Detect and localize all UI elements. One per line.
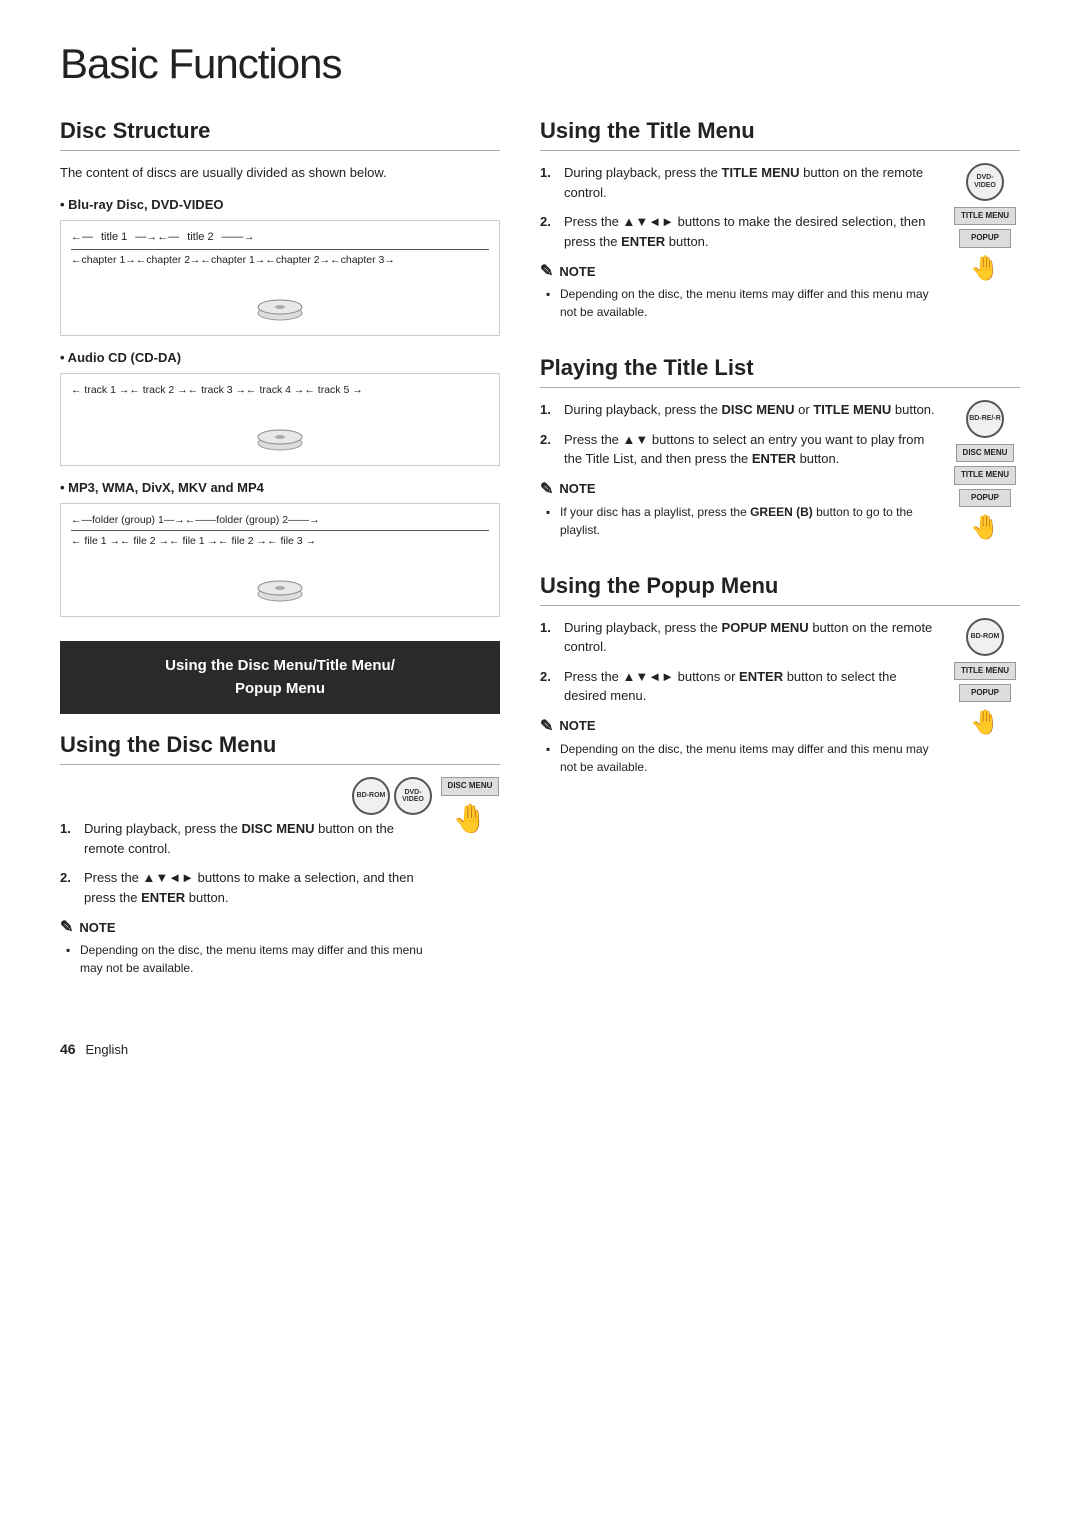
mp3-header: • MP3, WMA, DivX, MKV and MP4 xyxy=(60,480,500,495)
disc-menu-hand-icon: 🤚 xyxy=(453,802,488,835)
note-icon-disc-menu: ✎ xyxy=(60,917,73,937)
page-lang: English xyxy=(85,1042,128,1057)
mp3-diagram: ←—folder (group) 1—→←——folder (group) 2—… xyxy=(60,503,500,618)
title-menu-button-label: TITLE MENU xyxy=(954,207,1016,225)
title-menu-steps: 1. During playback, press the TITLE MENU… xyxy=(540,163,942,331)
disc-menu-remote: DISC MENU 🤚 xyxy=(440,777,500,834)
title-menu-list: 1. During playback, press the TITLE MENU… xyxy=(540,163,942,251)
popup-menu-content: 1. During playback, press the POPUP MENU… xyxy=(540,618,1020,786)
audiocd-disc-icon xyxy=(255,405,305,455)
dvd-video-badge-disc: DVD-VIDEO xyxy=(394,777,432,815)
popup-menu-step-2: 2. Press the ▲▼◄► buttons or ENTER butto… xyxy=(540,667,942,706)
disc-menu-step-1: 1. During playback, press the DISC MENU … xyxy=(60,819,432,858)
disc-menu-content: BD-ROM DVD-VIDEO 1. During playback, pre… xyxy=(60,777,500,987)
title-list-list: 1. During playback, press the DISC MENU … xyxy=(540,400,942,469)
title-list-note-text: If your disc has a playlist, press the G… xyxy=(540,503,942,539)
title-menu-note-label: NOTE xyxy=(559,264,595,279)
title-menu-hand-icon: 🤚 xyxy=(970,254,1000,283)
disc-menu-button-list: DISC MENU xyxy=(956,444,1015,462)
disc-menu-button-label: DISC MENU xyxy=(441,777,500,795)
page-title: Basic Functions xyxy=(60,40,1020,88)
dvd-video-badge-title: DVD-VIDEO xyxy=(966,163,1004,201)
note-icon-title-menu: ✎ xyxy=(540,261,553,281)
popup-button-list: POPUP xyxy=(959,489,1011,507)
title-menu-button-popup: TITLE MENU xyxy=(954,662,1016,680)
disc-menu-note-label: NOTE xyxy=(79,920,115,935)
disc-structure-intro: The content of discs are usually divided… xyxy=(60,163,500,183)
dark-box-line1: Using the Disc Menu/Title Menu/ xyxy=(165,657,395,674)
disc-menu-step-2: 2. Press the ▲▼◄► buttons to make a sele… xyxy=(60,868,432,907)
disc-menu-section: Using the Disc Menu BD-ROM DVD-VIDEO 1. … xyxy=(60,732,500,987)
title-menu-note: ✎ NOTE Depending on the disc, the menu i… xyxy=(540,261,942,321)
title-list-section: Playing the Title List 1. During playbac… xyxy=(540,355,1020,549)
right-column: Using the Title Menu 1. During playback,… xyxy=(540,118,1020,1011)
title-menu-content: 1. During playback, press the TITLE MENU… xyxy=(540,163,1020,331)
bd-re-r-badge: BD-RE/-R xyxy=(966,400,1004,438)
mp3-disc-icon xyxy=(255,556,305,606)
title-menu-button-list: TITLE MENU xyxy=(954,466,1016,484)
bd-rom-badge: BD-ROM xyxy=(352,777,390,815)
title-menu-title: Using the Title Menu xyxy=(540,118,1020,151)
popup-menu-section: Using the Popup Menu 1. During playback,… xyxy=(540,573,1020,786)
disc-menu-note-text: Depending on the disc, the menu items ma… xyxy=(60,941,432,977)
disc-menu-title: Using the Disc Menu xyxy=(60,732,500,765)
disc-menu-list: 1. During playback, press the DISC MENU … xyxy=(60,819,432,907)
popup-button-popup: POPUP xyxy=(959,684,1011,702)
disc-structure-title: Disc Structure xyxy=(60,118,500,151)
note-icon-popup-menu: ✎ xyxy=(540,716,553,736)
popup-menu-note: ✎ NOTE Depending on the disc, the menu i… xyxy=(540,716,942,776)
popup-menu-note-label: NOTE xyxy=(559,718,595,733)
title-menu-note-text: Depending on the disc, the menu items ma… xyxy=(540,285,942,321)
disc-menu-note: ✎ NOTE Depending on the disc, the menu i… xyxy=(60,917,432,977)
title-list-hand-icon: 🤚 xyxy=(970,513,1000,542)
popup-button-title: POPUP xyxy=(959,229,1011,247)
title-list-content: 1. During playback, press the DISC MENU … xyxy=(540,400,1020,549)
title-list-remote: BD-RE/-R DISC MENU TITLE MENU POPUP 🤚 xyxy=(950,400,1020,542)
dark-box: Using the Disc Menu/Title Menu/ Popup Me… xyxy=(60,641,500,714)
popup-menu-note-text: Depending on the disc, the menu items ma… xyxy=(540,740,942,776)
dark-box-line2: Popup Menu xyxy=(235,680,325,697)
title-list-note: ✎ NOTE If your disc has a playlist, pres… xyxy=(540,479,942,539)
title-menu-step-2: 2. Press the ▲▼◄► buttons to make the de… xyxy=(540,212,942,251)
title-list-note-label: NOTE xyxy=(559,481,595,496)
title-list-step-1: 1. During playback, press the DISC MENU … xyxy=(540,400,942,420)
left-column: Disc Structure The content of discs are … xyxy=(60,118,500,1011)
page-footer: 46 English xyxy=(60,1041,1020,1057)
popup-menu-title: Using the Popup Menu xyxy=(540,573,1020,606)
disc-menu-steps: BD-ROM DVD-VIDEO 1. During playback, pre… xyxy=(60,777,432,987)
title-menu-step-1: 1. During playback, press the TITLE MENU… xyxy=(540,163,942,202)
bd-rom-badge-popup: BD-ROM xyxy=(966,618,1004,656)
popup-menu-remote: BD-ROM TITLE MENU POPUP 🤚 xyxy=(950,618,1020,738)
audiocd-header: • Audio CD (CD-DA) xyxy=(60,350,500,365)
note-icon-title-list: ✎ xyxy=(540,479,553,499)
popup-menu-step-1: 1. During playback, press the POPUP MENU… xyxy=(540,618,942,657)
bluray-diagram: ←— title 1 —→←— title 2 ——→ ←chapter 1→←… xyxy=(60,220,500,336)
audiocd-diagram: ← track 1 →← track 2 →← track 3 →← track… xyxy=(60,373,500,466)
bluray-header: • Blu-ray Disc, DVD-VIDEO xyxy=(60,197,500,212)
popup-menu-hand-icon: 🤚 xyxy=(970,708,1000,737)
title-list-steps: 1. During playback, press the DISC MENU … xyxy=(540,400,942,549)
popup-menu-steps: 1. During playback, press the POPUP MENU… xyxy=(540,618,942,786)
bluray-disc-icon xyxy=(255,275,305,325)
title-menu-section: Using the Title Menu 1. During playback,… xyxy=(540,118,1020,331)
title-menu-remote: DVD-VIDEO TITLE MENU POPUP 🤚 xyxy=(950,163,1020,283)
title-list-step-2: 2. Press the ▲▼ buttons to select an ent… xyxy=(540,430,942,469)
page-number: 46 xyxy=(60,1041,76,1057)
popup-menu-list: 1. During playback, press the POPUP MENU… xyxy=(540,618,942,706)
title-list-title: Playing the Title List xyxy=(540,355,1020,388)
disc-menu-badges: BD-ROM DVD-VIDEO xyxy=(60,777,432,815)
disc-structure-section: Disc Structure The content of discs are … xyxy=(60,118,500,617)
